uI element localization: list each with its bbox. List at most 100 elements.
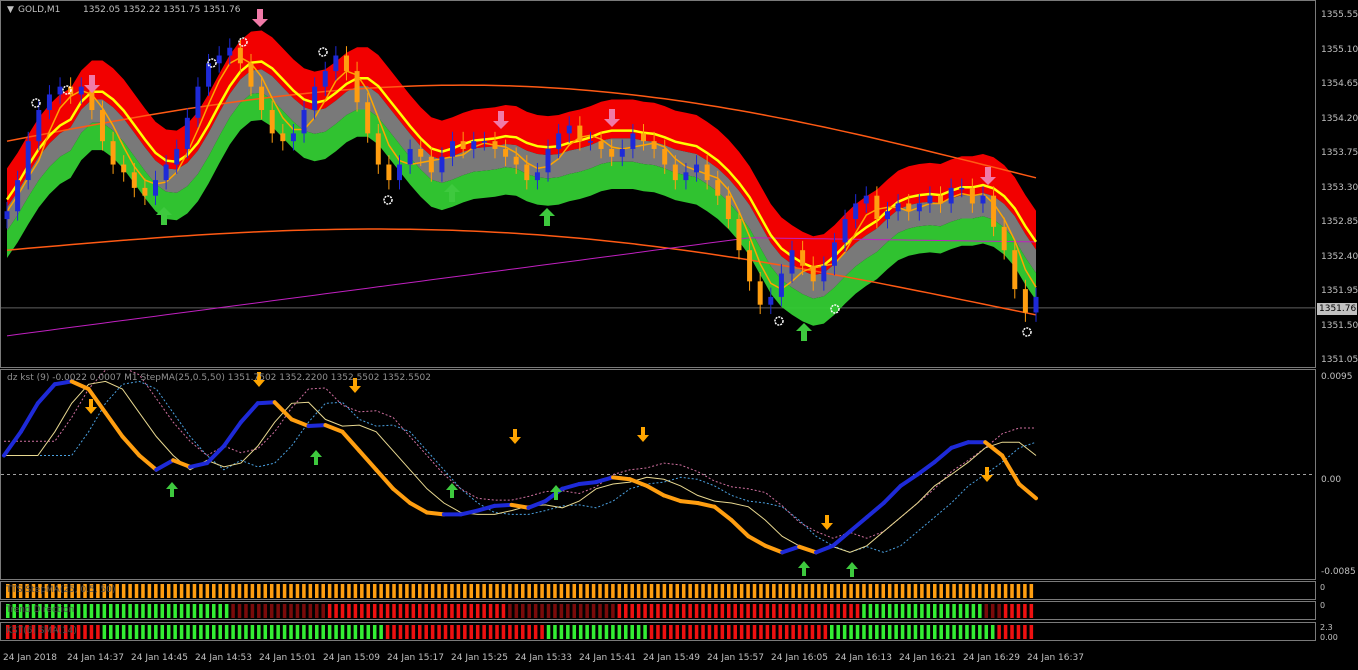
strip-bar: [533, 604, 538, 618]
strip-bar: [115, 625, 119, 639]
strip-bar: [334, 604, 338, 618]
strip-bar: [540, 625, 544, 639]
kst-segment: [255, 400, 277, 406]
kst-segment: [560, 482, 582, 491]
strip-bar: [952, 604, 956, 618]
strip-bar: [862, 604, 866, 618]
strip-bar: [688, 625, 692, 639]
fractal-marker-icon: [207, 58, 217, 68]
kst-segment: [323, 423, 345, 434]
strip-bar: [714, 604, 718, 618]
strip-bar: [160, 584, 165, 598]
strip-bar: [231, 604, 235, 618]
strip-bar: [205, 604, 210, 618]
candle-body: [269, 110, 275, 134]
strip-bar: [1029, 584, 1034, 598]
strip-kst-bars: [6, 625, 1034, 639]
strip-bar: [823, 604, 828, 618]
strip-bar: [398, 604, 403, 618]
strip-bar: [720, 584, 725, 598]
candle-body: [15, 180, 21, 212]
strip-bar: [804, 604, 808, 618]
strip-bar: [385, 604, 390, 618]
strip-bar: [501, 604, 506, 618]
strip-bar: [907, 625, 911, 639]
oscillator-pane[interactable]: dz kst (9) -0.0022 0.0007 M1 StepMA(25,0…: [0, 369, 1316, 580]
strip-bar: [166, 584, 171, 598]
strip-bar: [340, 604, 345, 618]
strip-bar: [488, 584, 493, 598]
strip-bar: [669, 584, 673, 598]
kst-segment: [340, 429, 362, 453]
strip-bar: [186, 604, 190, 618]
candle-body: [365, 102, 371, 134]
main-chart-pane[interactable]: ▼ GOLD,M1 1352.05 1352.22 1351.75 1351.7…: [0, 0, 1316, 368]
strip-bar: [437, 584, 441, 598]
osc-sell-arrow-icon: [821, 515, 833, 530]
strip-bar: [630, 625, 634, 639]
strip-bar: [456, 584, 461, 598]
candle-body: [959, 187, 965, 190]
strip-bar: [134, 604, 139, 618]
osc-tick-label: 0.0095: [1321, 372, 1353, 382]
candle-body: [683, 172, 689, 181]
candle-body: [863, 195, 869, 204]
strip-kst[interactable]: KST(6) SMA(14): [0, 622, 1316, 641]
strip-bar: [836, 604, 840, 618]
candle-body: [503, 148, 509, 157]
strip-bar: [263, 604, 268, 618]
time-tick-label: 24 Jan 16:13: [835, 653, 892, 663]
strip-bar: [508, 604, 512, 618]
strip-bar: [591, 584, 596, 598]
strip-bar: [855, 604, 860, 618]
strip-bar: [192, 625, 197, 639]
strip-bar: [707, 625, 712, 639]
strip-bar: [611, 584, 615, 598]
strip-bar: [450, 625, 454, 639]
strip-bar: [488, 604, 493, 618]
strip-bar: [482, 604, 486, 618]
strip-bar: [997, 604, 1001, 618]
time-axis[interactable]: 24 Jan 2018 24 Jan 14:37 24 Jan 14:45 24 Ja…: [0, 645, 1316, 670]
strip-bar: [797, 584, 802, 598]
candle-body: [121, 164, 127, 173]
candle-body: [577, 125, 583, 142]
strip-bar: [315, 604, 319, 618]
strip-trend[interactable]: Trend Direction: [0, 601, 1316, 620]
strip-axis: 0 0 2.3 0.00: [1316, 581, 1358, 643]
strip-bar: [411, 604, 416, 618]
time-tick-label: 24 Jan 16:21: [899, 653, 956, 663]
strip-bar: [121, 584, 126, 598]
strip-bar: [257, 625, 261, 639]
candle-body: [556, 133, 562, 149]
strip-stepma[interactable]: TTS StepMA(25, 0.5, 50): [0, 581, 1316, 600]
strip-bar: [701, 625, 705, 639]
strip-bar: [990, 604, 995, 618]
strip-bar: [971, 584, 976, 598]
symbol-dropdown-icon[interactable]: ▼: [7, 5, 14, 15]
strip-bar: [649, 584, 654, 598]
strip-trend-bars: [6, 604, 1034, 618]
strip-bar: [321, 604, 325, 618]
kst-segment: [898, 472, 920, 488]
price-chart[interactable]: [1, 1, 1315, 367]
strip-bar: [830, 604, 834, 618]
strip-bar: [849, 604, 853, 618]
strip-bar: [1029, 604, 1034, 618]
strip-bar: [662, 604, 667, 618]
strip-bar: [218, 625, 222, 639]
strip-bar: [224, 584, 229, 598]
oscillator-axis[interactable]: 0.0095 0.00 -0.0085: [1316, 369, 1358, 580]
kst-oscillator[interactable]: [1, 370, 1315, 579]
strip-bar: [76, 604, 81, 618]
strip-bar: [894, 625, 898, 639]
candle-body: [312, 86, 318, 111]
strip-bar: [765, 625, 770, 639]
candle-body: [153, 180, 159, 196]
strip-bar: [128, 625, 132, 639]
candle-body: [450, 141, 456, 157]
time-tick-label: 24 Jan 15:41: [579, 653, 636, 663]
candle-body: [609, 148, 615, 157]
strip-bar: [688, 584, 692, 598]
strip-bar: [926, 625, 931, 639]
